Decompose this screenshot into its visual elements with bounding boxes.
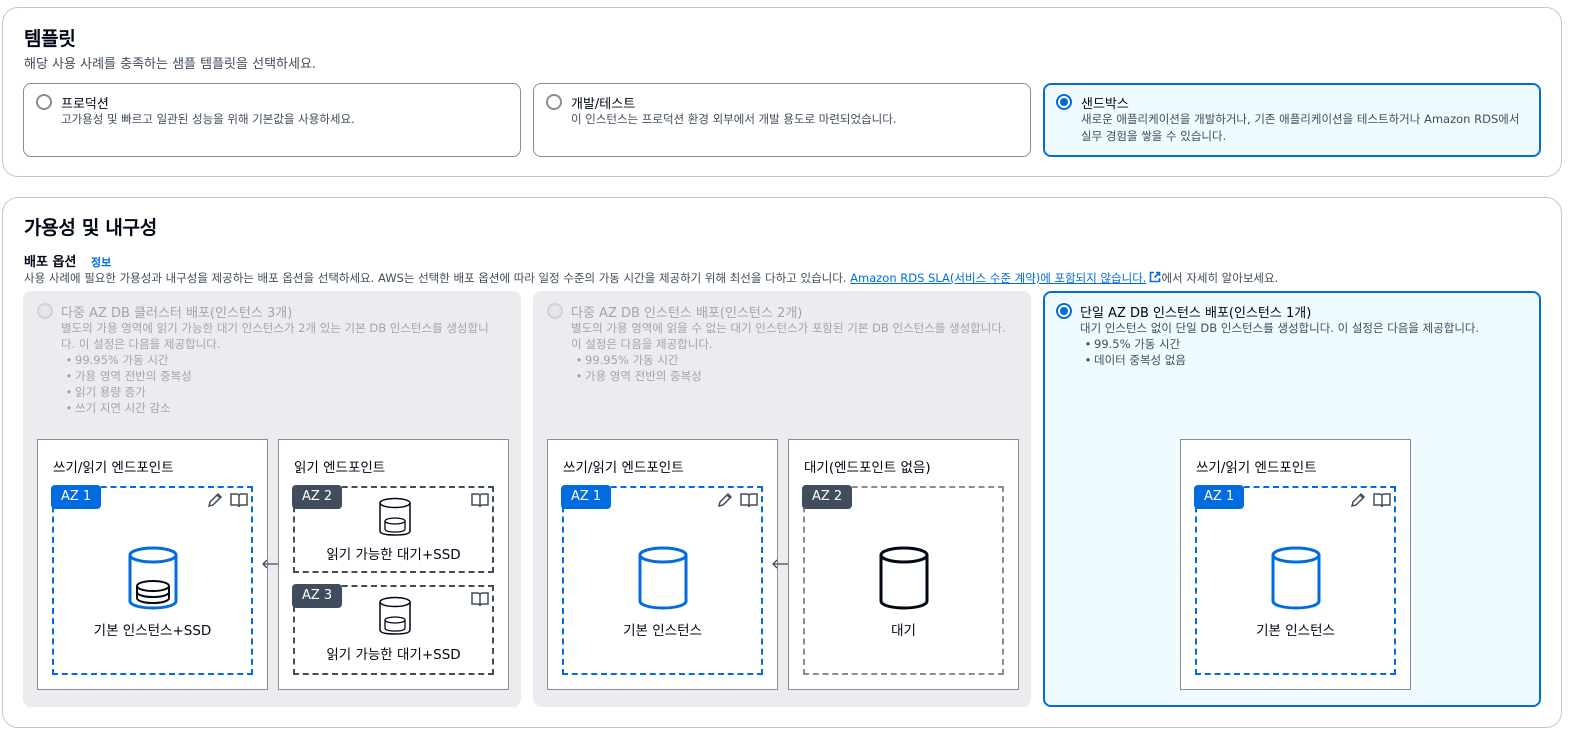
radio-multi-az-cluster — [37, 303, 53, 319]
desc-suffix: 에서 자세히 알아보세요. — [1161, 271, 1279, 285]
option-desc-line1: 새로운 애플리케이션을 개발하거나, 기존 애플리케이션을 테스트하거나 Ama… — [1081, 112, 1520, 126]
endpoint-box-standby: 대기(엔드포인트 없음) AZ 2 대기 — [788, 439, 1019, 690]
instance-label: 기본 인스턴스 — [623, 623, 702, 639]
endpoint-title: 읽기 엔드포인트 — [294, 460, 386, 476]
radio-multi-az-instance — [547, 303, 563, 319]
option-title: 다중 AZ DB 인스턴스 배포(인스턴스 2개) — [571, 306, 803, 321]
deploy-options-desc: 사용 사례에 필요한 가용성과 내구성을 제공하는 배포 옵션을 선택하세요. … — [24, 270, 1278, 286]
deploy-options-label: 배포 옵션 — [24, 255, 77, 270]
availability-panel: 가용성 및 내구성 배포 옵션 정보 사용 사례에 필요한 가용성과 내구성을 … — [2, 197, 1562, 728]
database-ssd-icon — [128, 546, 178, 610]
az-zone: AZ 1 기본 인스턴스+SSD — [51, 485, 253, 675]
option-bullets: 99.5% 가동 시간 데이터 중복성 없음 — [1094, 336, 1186, 368]
option-desc-line1: 별도의 가용 영역에 읽기 가능한 대기 인스턴스가 2개 있는 기본 DB 인… — [61, 321, 489, 335]
option-title: 단일 AZ DB 인스턴스 배포(인스턴스 1개) — [1080, 306, 1312, 321]
deploy-option-multi-az-cluster: 다중 AZ DB 클러스터 배포(인스턴스 3개) 별도의 가용 영역에 읽기 … — [23, 291, 521, 707]
option-desc-line2: 이 설정은 다음을 제공합니다. — [571, 337, 713, 351]
bullet-item: 가용 영역 전반의 중복성 — [75, 368, 192, 384]
pencil-icon — [1350, 492, 1366, 508]
az-badge: AZ 2 — [292, 485, 343, 509]
radio-single-az[interactable] — [1056, 303, 1072, 319]
template-panel: 템플릿 해당 사용 사례를 충족하는 샘플 템플릿을 선택하세요. 프로덕션 고… — [2, 7, 1562, 177]
az-zone: AZ 1 기본 인스턴스 — [1194, 485, 1396, 675]
database-ssd-icon — [379, 497, 411, 536]
az-badge: AZ 1 — [1194, 485, 1245, 509]
az-zone: AZ 1 기본 인스턴스 — [561, 485, 763, 675]
template-option-devtest[interactable]: 개발/테스트 이 인스턴스는 프로덕션 환경 외부에서 개발 용도로 마련되었습… — [533, 83, 1031, 157]
instance-label: 읽기 가능한 대기+SSD — [326, 647, 461, 663]
option-label: 개발/테스트 — [571, 97, 636, 112]
book-icon — [230, 493, 248, 508]
endpoint-box-read: 읽기 엔드포인트 AZ 2 읽기 가능한 대기+SSD AZ 3 읽기 가능한 … — [278, 439, 509, 690]
book-icon — [740, 493, 758, 508]
az-badge: AZ 3 — [292, 584, 343, 608]
endpoint-title: 쓰기/읽기 엔드포인트 — [1196, 460, 1317, 476]
option-desc: 이 인스턴스는 프로덕션 환경 외부에서 개발 용도로 마련되었습니다. — [571, 112, 897, 126]
template-option-production[interactable]: 프로덕션 고가용성 및 빠르고 일관된 성능을 위해 기본값을 사용하세요. — [23, 83, 521, 157]
option-desc: 고가용성 및 빠르고 일관된 성능을 위해 기본값을 사용하세요. — [61, 112, 355, 126]
bullet-item: 99.95% 가동 시간 — [75, 352, 192, 368]
az-zone: AZ 2 대기 — [802, 485, 1004, 675]
instance-label: 기본 인스턴스 — [1256, 623, 1335, 639]
option-label: 프로덕션 — [61, 97, 109, 112]
endpoint-box-write-read: 쓰기/읽기 엔드포인트 AZ 1 기본 인스턴스 — [547, 439, 778, 690]
az-badge: AZ 2 — [802, 485, 853, 509]
option-bullets: 99.95% 가동 시간 가용 영역 전반의 중복성 읽기 용량 증가 쓰기 지… — [75, 352, 192, 416]
book-icon — [1373, 493, 1391, 508]
bullet-item: 읽기 용량 증가 — [75, 384, 192, 400]
availability-heading: 가용성 및 내구성 — [24, 217, 157, 239]
endpoint-box-write-read: 쓰기/읽기 엔드포인트 AZ 1 기본 인스턴스+SSD — [37, 439, 268, 690]
sla-link[interactable]: Amazon RDS SLA(서비스 수준 계약)에 포함되지 않습니다. — [850, 271, 1161, 285]
option-title: 다중 AZ DB 클러스터 배포(인스턴스 3개) — [61, 306, 293, 321]
external-link-icon — [1150, 271, 1161, 283]
az-badge: AZ 1 — [51, 485, 102, 509]
desc-prefix: 사용 사례에 필요한 가용성과 내구성을 제공하는 배포 옵션을 선택하세요. … — [24, 271, 851, 285]
endpoint-title: 대기(엔드포인트 없음) — [804, 460, 931, 476]
pencil-icon — [207, 492, 223, 508]
database-ssd-icon — [379, 596, 411, 635]
bullet-item: 99.5% 가동 시간 — [1094, 336, 1186, 352]
instance-label: 대기 — [891, 623, 916, 639]
option-label: 샌드박스 — [1081, 97, 1129, 112]
endpoint-title: 쓰기/읽기 엔드포인트 — [563, 460, 684, 476]
bullet-item: 가용 영역 전반의 중복성 — [585, 368, 702, 384]
option-desc-line2: 실무 경험을 쌓을 수 있습니다. — [1081, 129, 1227, 143]
deploy-option-multi-az-instance: 다중 AZ DB 인스턴스 배포(인스턴스 2개) 별도의 가용 영역에 읽을 … — [533, 291, 1031, 707]
bullet-item: 99.95% 가동 시간 — [585, 352, 702, 368]
instance-label: 기본 인스턴스+SSD — [93, 623, 212, 639]
deploy-option-single-az[interactable]: 단일 AZ DB 인스턴스 배포(인스턴스 1개) 대기 인스턴스 없이 단일 … — [1043, 291, 1541, 707]
sla-link-text: Amazon RDS SLA(서비스 수준 계약)에 포함되지 않습니다. — [850, 271, 1147, 285]
option-bullets: 99.95% 가동 시간 가용 영역 전반의 중복성 — [585, 352, 702, 384]
template-heading: 템플릿 — [24, 28, 76, 50]
radio-sandbox[interactable] — [1056, 94, 1072, 110]
option-desc-line1: 별도의 가용 영역에 읽을 수 없는 대기 인스턴스가 포함된 기본 DB 인스… — [571, 321, 1006, 335]
az-badge: AZ 1 — [561, 485, 612, 509]
radio-devtest[interactable] — [546, 94, 562, 110]
bullet-item: 데이터 중복성 없음 — [1094, 352, 1186, 368]
pencil-icon — [717, 492, 733, 508]
az-zone: AZ 3 읽기 가능한 대기+SSD — [292, 584, 494, 675]
endpoint-title: 쓰기/읽기 엔드포인트 — [53, 460, 174, 476]
database-icon — [879, 546, 929, 610]
instance-label: 읽기 가능한 대기+SSD — [326, 547, 461, 563]
bullet-item: 쓰기 지연 시간 감소 — [75, 400, 192, 416]
template-subtitle: 해당 사용 사례를 충족하는 샘플 템플릿을 선택하세요. — [24, 57, 317, 72]
radio-production[interactable] — [36, 94, 52, 110]
database-icon — [1271, 546, 1321, 610]
info-link[interactable]: 정보 — [91, 254, 111, 270]
database-icon — [638, 546, 688, 610]
endpoint-box-write-read: 쓰기/읽기 엔드포인트 AZ 1 기본 인스턴스 — [1180, 439, 1411, 690]
option-desc-line1: 대기 인스턴스 없이 단일 DB 인스턴스를 생성합니다. 이 설정은 다음을 … — [1080, 321, 1480, 335]
template-option-sandbox[interactable]: 샌드박스 새로운 애플리케이션을 개발하거나, 기존 애플리케이션을 테스트하거… — [1043, 83, 1541, 157]
az-zone: AZ 2 읽기 가능한 대기+SSD — [292, 485, 494, 573]
option-desc-line2: 다. 이 설정은 다음을 제공합니다. — [61, 337, 221, 351]
book-icon — [471, 592, 489, 607]
book-icon — [471, 493, 489, 508]
